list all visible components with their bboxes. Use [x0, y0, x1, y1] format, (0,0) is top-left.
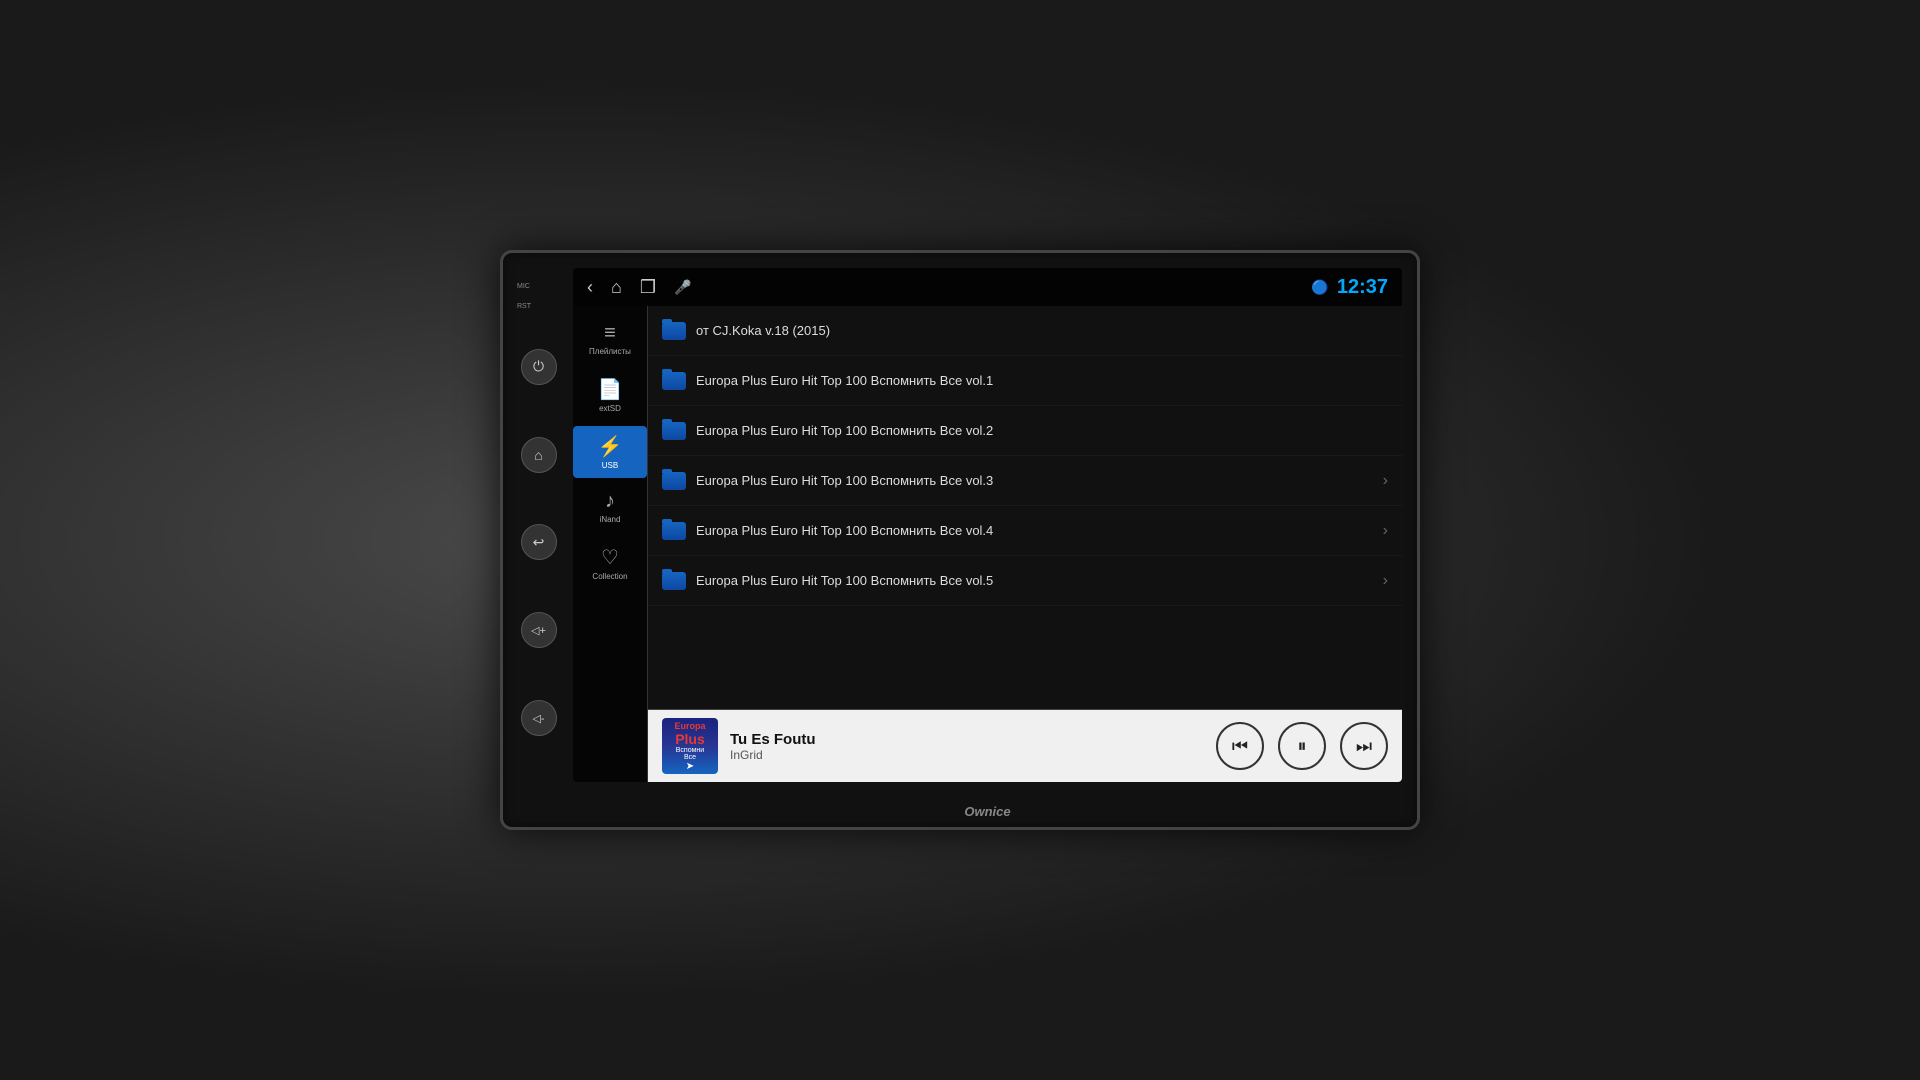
- home-icon[interactable]: ⌂: [611, 277, 622, 298]
- mic-top-icon[interactable]: 🎤: [674, 279, 691, 296]
- album-europa: Europa: [674, 721, 705, 731]
- file-name-1: Europa Plus Euro Hit Top 100 Вспомнить В…: [696, 373, 1388, 388]
- extsd-label: extSD: [599, 405, 621, 414]
- album-arrow: ➤: [686, 761, 694, 772]
- chevron-icon-3: ›: [1383, 472, 1388, 490]
- track-title: Tu Es Foutu: [730, 731, 1204, 748]
- chevron-icon-4: ›: [1383, 522, 1388, 540]
- track-artist: InGrid: [730, 748, 1204, 762]
- collection-icon: ♡: [601, 545, 619, 570]
- top-bar: ‹ ⌂ ❒ 🎤 🔵 12:37: [573, 268, 1402, 306]
- usb-icon: ⚡: [598, 434, 623, 459]
- album-art: Europa Plus Вспомни Все ➤: [662, 718, 718, 774]
- screen: ‹ ⌂ ❒ 🎤 🔵 12:37 ≡ Плейлисты: [573, 268, 1402, 782]
- power-button[interactable]: ⏻: [521, 349, 557, 385]
- file-name-5: Europa Plus Euro Hit Top 100 Вспомнить В…: [696, 573, 1373, 588]
- folder-icon-0: [662, 322, 686, 340]
- top-bar-right: 🔵 12:37: [1311, 276, 1388, 299]
- folder-icon-1: [662, 372, 686, 390]
- playlists-icon: ≡: [604, 322, 616, 345]
- track-info: Tu Es Foutu InGrid: [730, 731, 1204, 762]
- playlists-label: Плейлисты: [589, 348, 631, 357]
- folder-icon-2: [662, 422, 686, 440]
- inand-label: iNand: [600, 516, 621, 525]
- next-button[interactable]: ⏭: [1340, 722, 1388, 770]
- file-list: от CJ.Koka v.18 (2015) Europa Plus Euro …: [648, 306, 1402, 709]
- extsd-icon: 📄: [598, 377, 623, 402]
- album-sub2: Все: [684, 754, 696, 761]
- file-item-5[interactable]: Europa Plus Euro Hit Top 100 Вспомнить В…: [648, 556, 1402, 606]
- sidebar-item-playlists[interactable]: ≡ Плейлисты: [573, 314, 647, 365]
- prev-button[interactable]: ⏮: [1216, 722, 1264, 770]
- pause-button[interactable]: ⏸: [1278, 722, 1326, 770]
- home-left-button[interactable]: ⌂: [521, 437, 557, 473]
- window-icon[interactable]: ❒: [640, 277, 656, 298]
- sidebar-item-extsd[interactable]: 📄 extSD: [573, 369, 647, 422]
- folder-icon-4: [662, 522, 686, 540]
- car-surround: MIC RST ⏻ ⌂ ↩ ◁+ ◁- ‹ ⌂ ❒ 🎤 🔵 12:37: [0, 0, 1920, 1080]
- file-item-4[interactable]: Europa Plus Euro Hit Top 100 Вспомнить В…: [648, 506, 1402, 556]
- file-name-0: от CJ.Koka v.18 (2015): [696, 323, 1388, 338]
- time-display: 12:37: [1337, 276, 1388, 299]
- chevron-icon-5: ›: [1383, 572, 1388, 590]
- file-item-1[interactable]: Europa Plus Euro Hit Top 100 Вспомнить В…: [648, 356, 1402, 406]
- main-content: ≡ Плейлисты 📄 extSD ⚡ USB ♪ iNand: [573, 306, 1402, 782]
- top-bar-left: ‹ ⌂ ❒ 🎤: [587, 277, 691, 298]
- vol-down-button[interactable]: ◁-: [521, 700, 557, 736]
- player-controls: ⏮ ⏸ ⏭: [1216, 722, 1388, 770]
- left-physical-controls: MIC RST ⏻ ⌂ ↩ ◁+ ◁-: [511, 273, 566, 772]
- file-name-3: Europa Plus Euro Hit Top 100 Вспомнить В…: [696, 473, 1373, 488]
- usb-label: USB: [602, 462, 618, 471]
- now-playing-bar: Europa Plus Вспомни Все ➤ Tu Es Foutu In…: [648, 709, 1402, 782]
- sidebar-item-collection[interactable]: ♡ Collection: [573, 537, 647, 590]
- file-item-3[interactable]: Europa Plus Euro Hit Top 100 Вспомнить В…: [648, 456, 1402, 506]
- vol-up-button[interactable]: ◁+: [521, 612, 557, 648]
- file-name-4: Europa Plus Euro Hit Top 100 Вспомнить В…: [696, 523, 1373, 538]
- rst-label: RST: [517, 303, 531, 310]
- folder-icon-3: [662, 472, 686, 490]
- back-icon[interactable]: ‹: [587, 277, 593, 298]
- folder-icon-5: [662, 572, 686, 590]
- back-left-button[interactable]: ↩: [521, 524, 557, 560]
- file-area: от CJ.Koka v.18 (2015) Europa Plus Euro …: [648, 306, 1402, 782]
- inand-icon: ♪: [605, 490, 615, 513]
- sidebar-item-usb[interactable]: ⚡ USB: [573, 426, 647, 479]
- album-art-inner: Europa Plus Вспомни Все ➤: [662, 718, 718, 774]
- sidebar: ≡ Плейлисты 📄 extSD ⚡ USB ♪ iNand: [573, 306, 648, 782]
- file-name-2: Europa Plus Euro Hit Top 100 Вспомнить В…: [696, 423, 1388, 438]
- head-unit: MIC RST ⏻ ⌂ ↩ ◁+ ◁- ‹ ⌂ ❒ 🎤 🔵 12:37: [500, 250, 1420, 830]
- collection-label: Collection: [592, 573, 627, 582]
- album-plus: Plus: [675, 731, 705, 747]
- file-item-0[interactable]: от CJ.Koka v.18 (2015): [648, 306, 1402, 356]
- mic-label: MIC: [517, 283, 530, 290]
- brand-bar: Ownice: [573, 804, 1402, 819]
- file-item-2[interactable]: Europa Plus Euro Hit Top 100 Вспомнить В…: [648, 406, 1402, 456]
- sidebar-item-inand[interactable]: ♪ iNand: [573, 482, 647, 533]
- album-sub1: Вспомни: [676, 747, 704, 754]
- bluetooth-icon: 🔵: [1311, 279, 1328, 296]
